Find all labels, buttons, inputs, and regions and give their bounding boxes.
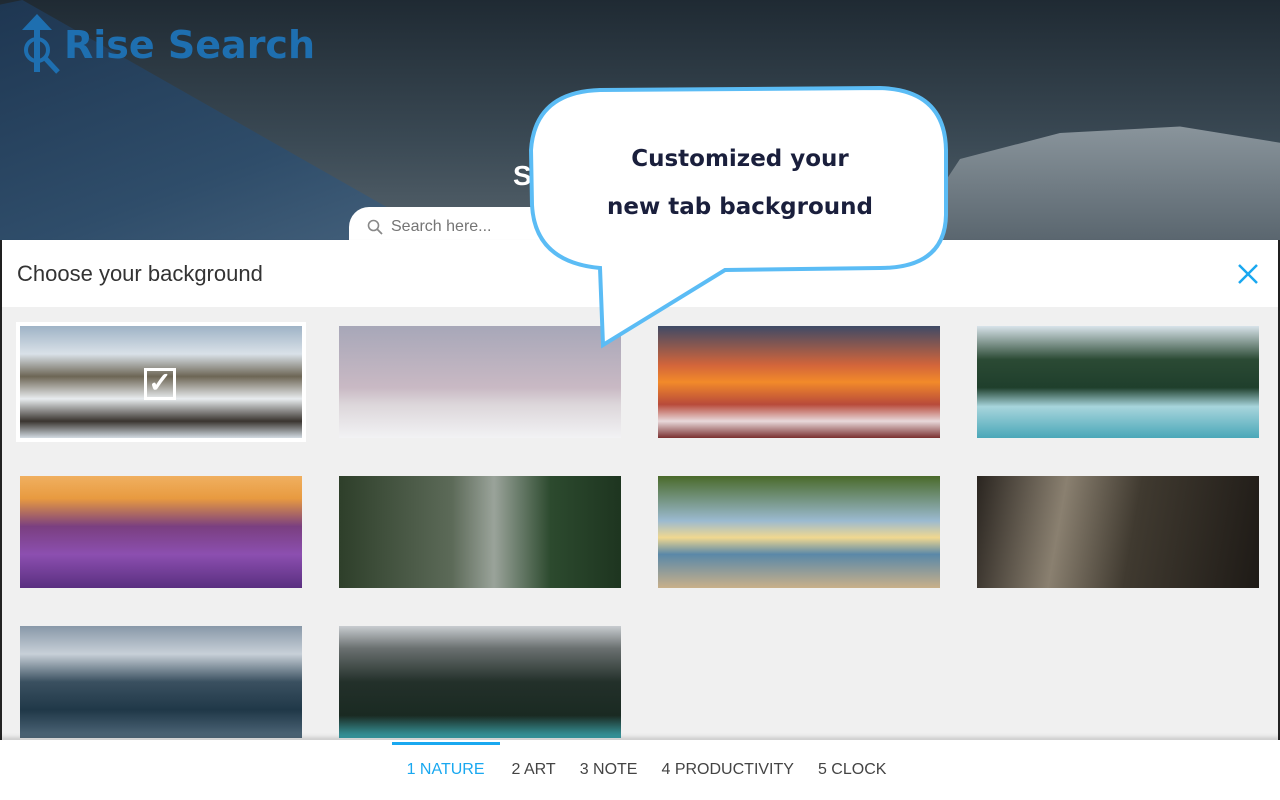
logo-icon	[22, 14, 60, 74]
callout-text: Customized your new tab background	[560, 135, 920, 231]
tab-note[interactable]: 3 NOTE	[568, 740, 650, 800]
background-thumbnail[interactable]	[339, 626, 621, 738]
hero-heading: S	[513, 160, 532, 191]
background-thumbnail[interactable]	[977, 476, 1259, 588]
category-tabs: 1 NATURE 2 ART 3 NOTE 4 PRODUCTIVITY 5 C…	[0, 740, 1280, 800]
background-thumbnail[interactable]	[658, 326, 940, 438]
checkmark-icon: ✓	[144, 368, 176, 400]
callout-line: Customized your	[631, 146, 849, 172]
background-thumbnail[interactable]: ✓	[16, 322, 306, 442]
background-thumbnail[interactable]	[658, 476, 940, 588]
close-icon[interactable]	[1236, 262, 1260, 286]
mountain-image	[900, 126, 1280, 240]
background-thumbnail[interactable]	[20, 476, 302, 588]
background-thumbnail[interactable]	[977, 326, 1259, 438]
panel-title: Choose your background	[17, 260, 263, 286]
background-thumbnail[interactable]	[339, 476, 621, 588]
background-thumbnail[interactable]	[20, 626, 302, 738]
tab-art[interactable]: 2 ART	[500, 740, 568, 800]
tab-clock[interactable]: 5 CLOCK	[806, 740, 898, 800]
callout-line: new tab background	[607, 194, 873, 220]
logo[interactable]: Rise Search	[20, 14, 315, 76]
tab-productivity[interactable]: 4 PRODUCTIVITY	[649, 740, 805, 800]
background-grid: ✓	[2, 307, 1278, 740]
background-panel-header: Choose your background	[2, 240, 1278, 307]
tab-nature[interactable]: 1 NATURE	[391, 740, 500, 800]
background-thumbnail[interactable]	[339, 326, 621, 438]
brand-name: Rise Search	[64, 23, 316, 67]
search-icon	[367, 219, 383, 235]
